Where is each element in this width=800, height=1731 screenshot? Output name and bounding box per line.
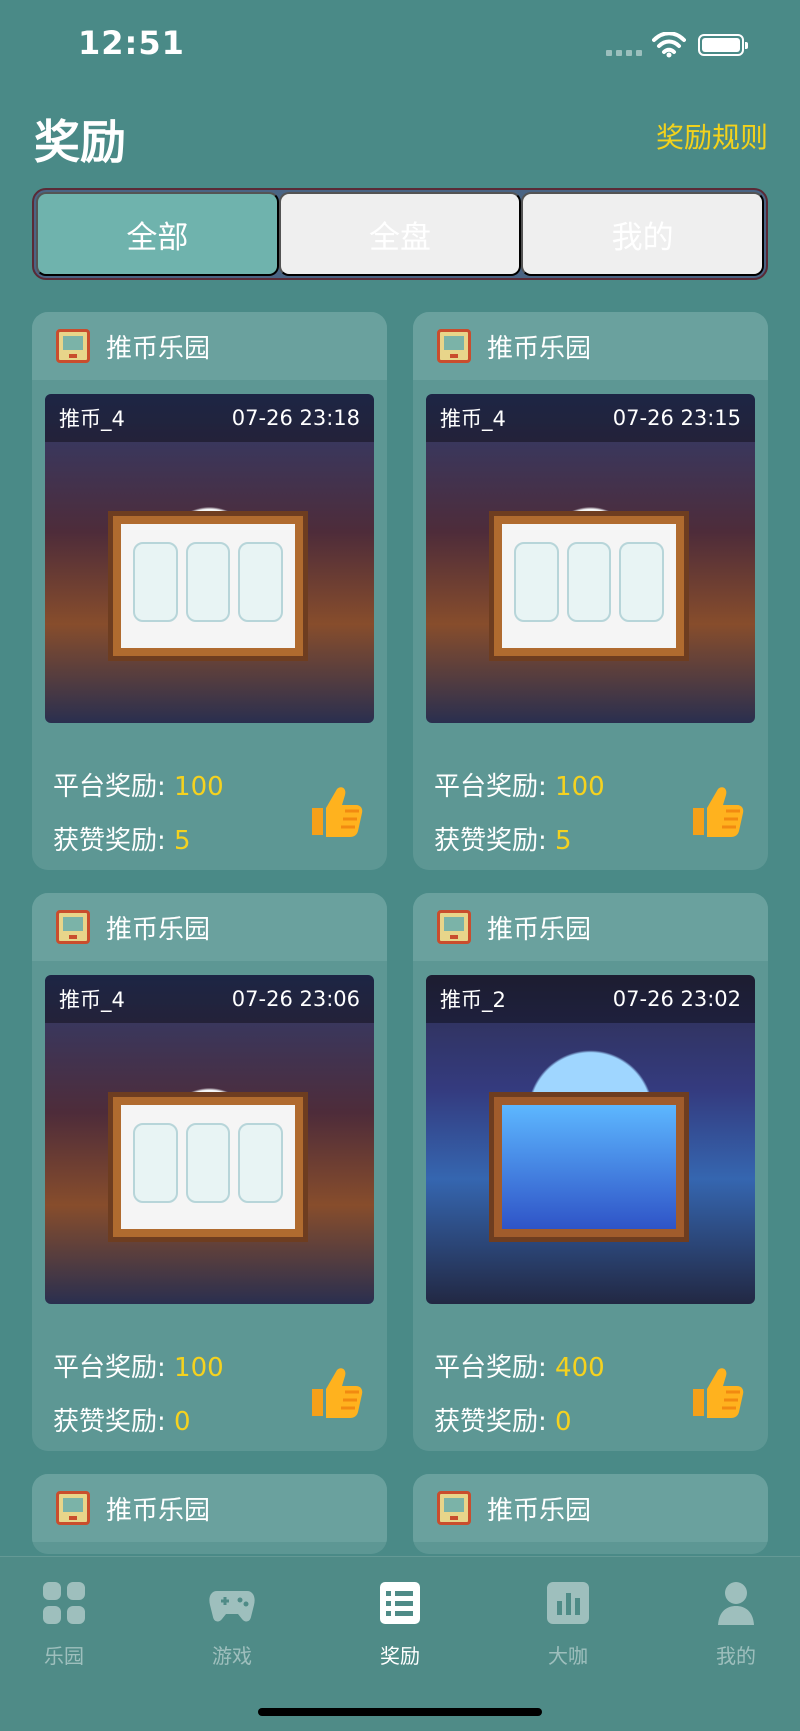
- card-title: 推币乐园: [487, 914, 592, 945]
- reward-time: 07-26 23:02: [612, 987, 741, 1011]
- reward-details: 平台奖励: 100 获赞奖励: 5: [434, 760, 605, 868]
- thumbs-up-button[interactable]: [690, 1365, 744, 1419]
- card-title: 推币乐园: [487, 1495, 592, 1526]
- status-bar: 12:51: [0, 0, 800, 90]
- platform-reward: 平台奖励: 100: [53, 772, 224, 802]
- machine-name: 推币_4: [59, 988, 125, 1012]
- reward-time: 07-26 23:15: [612, 406, 741, 430]
- reward-filter-tabs: 全部 全盘 我的: [32, 188, 768, 280]
- page-title: 奖励: [34, 115, 126, 169]
- card-header: 推币乐园: [32, 893, 387, 961]
- replay-thumbnail[interactable]: 推币_2 07-26 23:02: [426, 975, 755, 1304]
- coin-pusher-icon: [437, 1491, 471, 1525]
- user-icon: [718, 1582, 754, 1625]
- platform-reward: 平台奖励: 100: [53, 1353, 224, 1383]
- thumbnail-info: 推币_4 07-26 23:18: [45, 394, 374, 442]
- coin-pusher-icon: [437, 910, 471, 944]
- gamepad-icon: [209, 1591, 255, 1622]
- replay-thumbnail[interactable]: 推币_4 07-26 23:15: [426, 394, 755, 723]
- card-header: 推币乐园: [413, 312, 768, 380]
- game-screenshot: [45, 975, 374, 1304]
- game-screenshot: [426, 975, 755, 1304]
- reward-time: 07-26 23:06: [231, 987, 360, 1011]
- thumbs-up-button[interactable]: [309, 1365, 363, 1419]
- thumbnail-info: 推币_2 07-26 23:02: [426, 975, 755, 1023]
- tab-rewards[interactable]: 奖励: [340, 1579, 460, 1669]
- battery-icon: [698, 34, 748, 56]
- thumbs-up-icon: [693, 1368, 744, 1418]
- like-reward: 获赞奖励: 0: [434, 1407, 572, 1437]
- game-screenshot: [45, 394, 374, 723]
- thumbs-up-button[interactable]: [690, 784, 744, 838]
- machine-name: 推币_4: [440, 407, 506, 431]
- card-header: 推币乐园: [413, 1474, 768, 1542]
- tab-all[interactable]: 全部: [36, 192, 279, 276]
- signal-icon: [606, 50, 642, 56]
- thumbs-up-icon: [312, 787, 363, 837]
- bottom-tab-bar: 乐园 游戏 奖励 大咖 我的: [0, 1556, 800, 1731]
- like-reward: 获赞奖励: 5: [53, 826, 191, 856]
- tab-mine[interactable]: 我的: [521, 192, 765, 276]
- card-title: 推币乐园: [106, 1495, 211, 1526]
- game-screenshot: [426, 394, 755, 723]
- card-header: 推币乐园: [413, 893, 768, 961]
- list-icon: [380, 1582, 420, 1624]
- card-header: 推币乐园: [32, 312, 387, 380]
- thumbs-up-button[interactable]: [309, 784, 363, 838]
- coin-pusher-icon: [56, 910, 90, 944]
- tab-all-board[interactable]: 全盘: [278, 192, 522, 276]
- home-indicator: [258, 1708, 542, 1716]
- coin-pusher-icon: [56, 329, 90, 363]
- thumbs-up-icon: [312, 1368, 363, 1418]
- coin-pusher-icon: [56, 1491, 90, 1525]
- grid-icon: [43, 1582, 85, 1624]
- coin-pusher-icon: [437, 329, 471, 363]
- reward-rules-link[interactable]: 奖励规则: [656, 116, 768, 156]
- status-time: 12:51: [78, 24, 185, 62]
- wifi-icon: [652, 32, 686, 58]
- like-reward: 获赞奖励: 0: [53, 1407, 191, 1437]
- reward-card[interactable]: 推币乐园 推币_2 07-26 23:02 平台奖励: 400 获赞奖励: 0: [413, 893, 768, 1451]
- reward-details: 平台奖励: 100 获赞奖励: 5: [53, 760, 224, 868]
- tab-experts[interactable]: 大咖: [508, 1579, 628, 1669]
- machine-name: 推币_2: [440, 988, 506, 1012]
- reward-details: 平台奖励: 100 获赞奖励: 0: [53, 1341, 224, 1449]
- thumbnail-info: 推币_4 07-26 23:15: [426, 394, 755, 442]
- reward-card[interactable]: 推币乐园 推币_4 07-26 23:06 平台奖励: 100 获赞奖励: 0: [32, 893, 387, 1451]
- card-header: 推币乐园: [32, 1474, 387, 1542]
- reward-card[interactable]: 推币乐园 推币_4 07-26 23:15 平台奖励: 100 获赞奖励: 5: [413, 312, 768, 870]
- reward-card[interactable]: 推币乐园: [32, 1474, 387, 1554]
- replay-thumbnail[interactable]: 推币_4 07-26 23:06: [45, 975, 374, 1304]
- tab-games[interactable]: 游戏: [172, 1579, 292, 1669]
- card-title: 推币乐园: [106, 333, 211, 364]
- like-reward: 获赞奖励: 5: [434, 826, 572, 856]
- thumbs-up-icon: [693, 787, 744, 837]
- machine-name: 推币_4: [59, 407, 125, 431]
- card-title: 推币乐园: [106, 914, 211, 945]
- tab-park[interactable]: 乐园: [4, 1579, 124, 1669]
- reward-time: 07-26 23:18: [231, 406, 360, 430]
- platform-reward: 平台奖励: 400: [434, 1353, 605, 1383]
- chart-icon: [547, 1582, 589, 1624]
- tab-profile[interactable]: 我的: [676, 1579, 796, 1669]
- card-title: 推币乐园: [487, 333, 592, 364]
- reward-details: 平台奖励: 400 获赞奖励: 0: [434, 1341, 605, 1449]
- platform-reward: 平台奖励: 100: [434, 772, 605, 802]
- reward-card[interactable]: 推币乐园: [413, 1474, 768, 1554]
- reward-card[interactable]: 推币乐园 推币_4 07-26 23:18 平台奖励: 100 获赞奖励: 5: [32, 312, 387, 870]
- replay-thumbnail[interactable]: 推币_4 07-26 23:18: [45, 394, 374, 723]
- thumbnail-info: 推币_4 07-26 23:06: [45, 975, 374, 1023]
